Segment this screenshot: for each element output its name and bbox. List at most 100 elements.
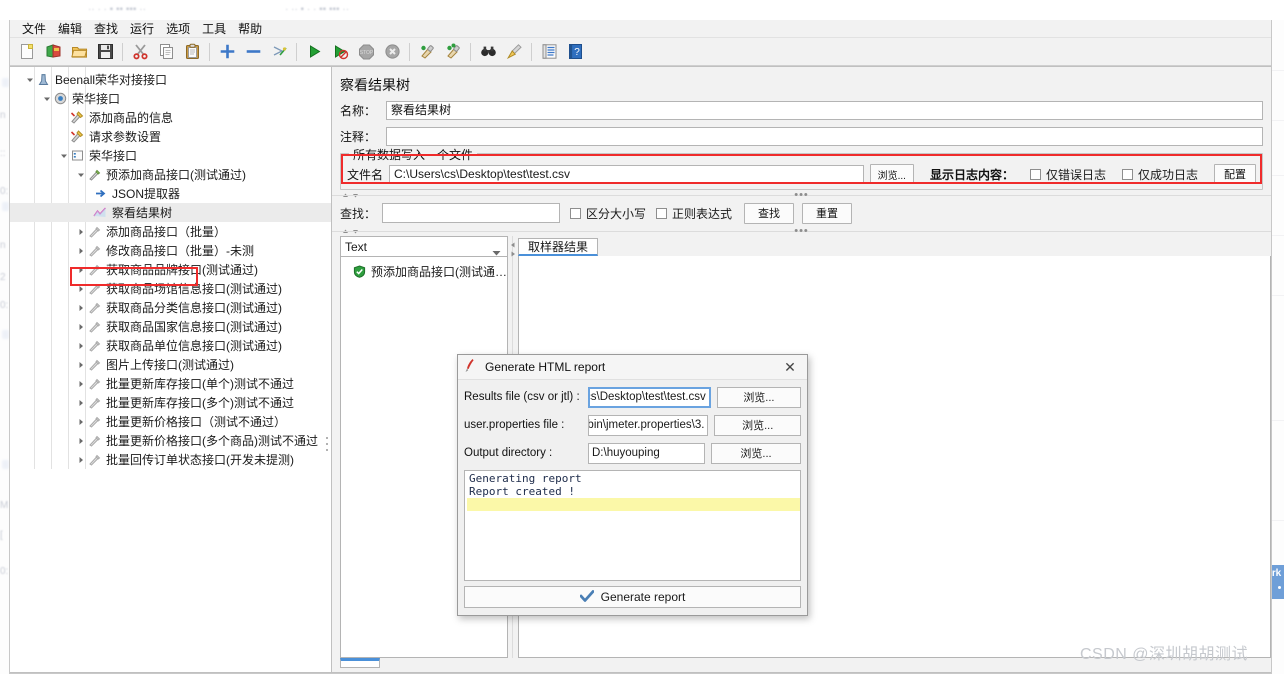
chevron-right-icon[interactable] — [75, 336, 86, 355]
bottom-tab-stub[interactable] — [340, 658, 380, 668]
menu-tools[interactable]: 工具 — [196, 20, 232, 38]
chevron-down-icon[interactable] — [41, 89, 52, 108]
tree-node[interactable]: 批量更新库存接口(单个)测试不通过 — [10, 374, 331, 393]
checkbox-box[interactable] — [1029, 168, 1041, 180]
success-only-checkbox[interactable]: 仅成功日志 — [1121, 166, 1198, 183]
chevron-right-icon[interactable] — [75, 260, 86, 279]
chevron-right-icon[interactable] — [75, 393, 86, 412]
tree-node[interactable]: 修改商品接口（批量）-未测 — [10, 241, 331, 260]
configure-button[interactable]: 配置 — [1214, 164, 1256, 184]
menu-file[interactable]: 文件 — [16, 20, 52, 38]
tree-node[interactable]: 批量更新价格接口(多个商品)测试不通过 — [10, 431, 331, 450]
tree-node[interactable]: 批量更新价格接口（测试不通过） — [10, 412, 331, 431]
tree-node[interactable]: 批量更新库存接口(多个)测试不通过 — [10, 393, 331, 412]
tree-splitter-grip[interactable] — [326, 437, 330, 451]
render-type-select[interactable]: Text — [340, 236, 508, 257]
case-sensitive-checkbox[interactable]: 区分大小写 — [570, 205, 646, 222]
clear-all-icon[interactable] — [440, 40, 466, 64]
copy-icon[interactable] — [153, 40, 179, 64]
open-folder-icon[interactable] — [66, 40, 92, 64]
search-input[interactable] — [382, 203, 561, 223]
chevron-right-icon[interactable] — [75, 298, 86, 317]
chevron-right-icon[interactable] — [75, 355, 86, 374]
tree-node[interactable]: 获取商品分类信息接口(测试通过) — [10, 298, 331, 317]
plus-expand-icon[interactable] — [214, 40, 240, 64]
paste-clipboard-icon[interactable] — [179, 40, 205, 64]
checkbox-box[interactable] — [570, 207, 582, 219]
stop-icon[interactable]: STOP — [353, 40, 379, 64]
tree-node[interactable]: 获取商品场馆信息接口(测试通过) — [10, 279, 331, 298]
clear-icon[interactable] — [414, 40, 440, 64]
chevron-down-icon[interactable] — [24, 70, 35, 89]
tree-node[interactable]: 添加商品接口（批量） — [10, 222, 331, 241]
chevron-down-icon[interactable] — [492, 245, 501, 259]
help-icon[interactable]: ? — [562, 40, 588, 64]
tree-node[interactable]: 批量回传订单状态接口(开发未提测) — [10, 450, 331, 469]
test-plan-tree[interactable]: Beenall荣华对接接口 荣华接口 添加商品的信息 请求参数设置 荣华接口 预… — [10, 67, 331, 469]
tree-node[interactable]: 图片上传接口(测试通过) — [10, 355, 331, 374]
splitter-arrows[interactable] — [510, 242, 516, 257]
chevron-right-icon[interactable] — [75, 374, 86, 393]
comment-input[interactable] — [386, 127, 1263, 146]
user-properties-browse-button[interactable]: 浏览... — [714, 414, 801, 436]
chevron-right-icon[interactable] — [75, 241, 86, 260]
filename-input[interactable]: C:\Users\cs\Desktop\test\test.csv — [389, 164, 864, 184]
save-icon[interactable] — [92, 40, 118, 64]
tree-node[interactable]: 获取商品单位信息接口(测试通过) — [10, 336, 331, 355]
reset-button[interactable]: 重置 — [802, 202, 853, 224]
tree-node[interactable]: Beenall荣华对接接口 — [10, 70, 331, 89]
output-directory-browse-button[interactable]: 浏览... — [711, 442, 801, 464]
new-document-icon[interactable] — [14, 40, 40, 64]
errors-only-checkbox[interactable]: 仅错误日志 — [1029, 166, 1106, 183]
tree-node[interactable]: 获取商品国家信息接口(测试通过) — [10, 317, 331, 336]
tree-node[interactable]: 预添加商品接口(测试通过) — [10, 165, 331, 184]
tree-node[interactable]: 添加商品的信息 — [10, 108, 331, 127]
chevron-right-icon[interactable] — [75, 279, 86, 298]
tab-sampler-result[interactable]: 取样器结果 — [518, 238, 599, 256]
tree-node[interactable]: 获取商品品牌接口(测试通过) — [10, 260, 331, 279]
user-properties-file-input[interactable]: .3\bin\jmeter.properties — [588, 414, 709, 436]
minus-collapse-icon[interactable] — [240, 40, 266, 64]
name-input[interactable]: 察看结果树 — [386, 101, 1263, 120]
play-no-timers-icon[interactable] — [327, 40, 353, 64]
dialog-log-output[interactable]: Generating report Report created ! — [464, 470, 801, 581]
chevron-down-icon[interactable] — [75, 165, 86, 184]
chevron-right-icon[interactable] — [75, 317, 86, 336]
result-item[interactable]: 预添加商品接口(测试通过) — [341, 262, 507, 281]
regex-checkbox[interactable]: 正则表达式 — [656, 205, 732, 222]
chevron-right-icon[interactable] — [75, 222, 86, 241]
splitter-strip-upper[interactable]: ••• — [332, 190, 1271, 201]
menu-run[interactable]: 运行 — [124, 20, 160, 38]
shutdown-icon[interactable] — [379, 40, 405, 64]
cut-scissors-icon[interactable] — [127, 40, 153, 64]
tree-node[interactable]: 荣华接口 — [10, 146, 331, 165]
menu-help[interactable]: 帮助 — [232, 20, 268, 38]
splitter-strip-lower[interactable]: ••• — [332, 226, 1271, 237]
chevron-down-icon[interactable] — [58, 146, 69, 165]
chevron-right-icon[interactable] — [75, 450, 86, 469]
checkbox-box[interactable] — [1121, 168, 1133, 180]
menu-options[interactable]: 选项 — [160, 20, 196, 38]
find-button[interactable]: 查找 — [744, 202, 795, 224]
output-directory-input[interactable]: D:\huyouping — [588, 442, 705, 464]
dialog-titlebar[interactable]: Generate HTML report ✕ — [458, 355, 807, 380]
tree-node[interactable]: 荣华接口 — [10, 89, 331, 108]
toggle-icon[interactable] — [266, 40, 292, 64]
generate-report-button[interactable]: Generate report — [464, 586, 801, 608]
menu-search[interactable]: 查找 — [88, 20, 124, 38]
chevron-right-icon[interactable] — [75, 412, 86, 431]
tree-node[interactable]: JSON提取器 — [10, 184, 331, 203]
checkbox-box[interactable] — [656, 207, 668, 219]
function-helper-icon[interactable] — [536, 40, 562, 64]
browse-button[interactable]: 浏览... — [869, 164, 914, 184]
play-icon[interactable] — [301, 40, 327, 64]
close-icon[interactable]: ✕ — [779, 357, 801, 377]
tree-node[interactable]: 请求参数设置 — [10, 127, 331, 146]
reset-search-broom-icon[interactable] — [501, 40, 527, 64]
results-file-input[interactable]: cs\Desktop\test\test.csv — [588, 386, 711, 408]
menu-edit[interactable]: 编辑 — [52, 20, 88, 38]
search-binoculars-icon[interactable] — [475, 40, 501, 64]
chevron-right-icon[interactable] — [75, 431, 86, 450]
tree-node-view-results-tree[interactable]: 察看结果树 — [10, 203, 331, 222]
results-file-browse-button[interactable]: 浏览... — [716, 386, 801, 408]
